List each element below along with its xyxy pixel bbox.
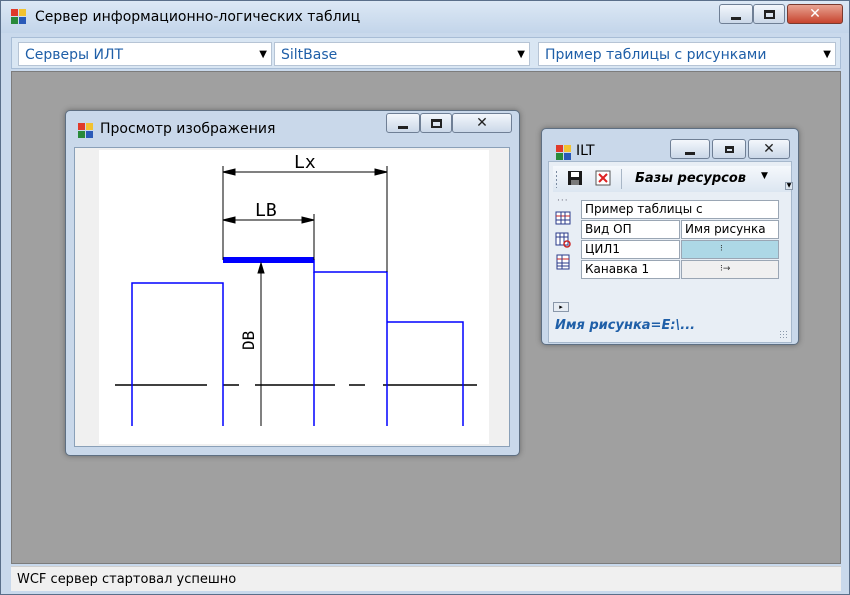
- viewer-minimize-button[interactable]: [386, 113, 420, 133]
- scroll-right-button[interactable]: ▸: [553, 302, 569, 312]
- size-grip-icon[interactable]: [779, 330, 789, 340]
- maximize-icon: [763, 9, 775, 19]
- cell-button-icon[interactable]: ⁝→: [720, 261, 730, 278]
- side-toolbar: ···: [551, 196, 573, 292]
- side-grip-icon: ···: [557, 196, 569, 206]
- servers-combo[interactable]: Серверы ИЛТ ▼: [18, 42, 272, 66]
- app-icon: [78, 123, 94, 139]
- ilt-maximize-button[interactable]: [712, 139, 746, 159]
- dropdown-arrow-icon: ▼: [761, 171, 768, 181]
- app-icon: [556, 145, 572, 161]
- image-frame: Lx LB DB: [74, 147, 510, 447]
- status-text: WCF сервер стартовал успешно: [17, 572, 237, 587]
- ilt-toolstrip: Базы ресурсов ▼ ▼: [553, 166, 793, 192]
- image-viewer-window: Просмотр изображения ✕ Lx LB DB: [65, 110, 520, 456]
- ilt-window-title: ILT: [576, 143, 595, 159]
- delete-button[interactable]: [595, 170, 613, 188]
- ilt-minimize-button[interactable]: [670, 139, 710, 159]
- base-combo[interactable]: SiltBase ▼: [274, 42, 530, 66]
- cell-button-icon[interactable]: ⁝: [720, 241, 723, 258]
- table-search-icon: [555, 232, 571, 248]
- toolstrip-grip-icon[interactable]: [555, 170, 558, 188]
- dropdown-arrow-icon: ▼: [517, 49, 525, 60]
- app-icon: [11, 9, 27, 25]
- ilt-status-text: Имя рисунка=E:\...: [555, 318, 696, 333]
- row-label-cell[interactable]: ЦИЛ1: [581, 240, 680, 259]
- main-toolbar: Серверы ИЛТ ▼ SiltBase ▼ Пример таблицы …: [11, 37, 841, 69]
- shaft-profile: [131, 259, 464, 426]
- db-label: DB: [239, 330, 258, 350]
- image-cell[interactable]: ⁝→: [681, 260, 779, 279]
- dimension-lines: [222, 166, 388, 426]
- status-bar: WCF сервер стартовал успешно: [11, 566, 841, 591]
- table-icon: [555, 211, 571, 225]
- column-header-vid-op[interactable]: Вид ОП: [581, 220, 680, 239]
- selected-image-cell[interactable]: ⁝: [681, 240, 779, 259]
- dropdown-arrow-icon: ▼: [259, 49, 267, 60]
- delete-icon: [595, 170, 611, 186]
- maximize-button[interactable]: [753, 4, 785, 24]
- main-titlebar[interactable]: Сервер информационно-логических таблиц ✕: [1, 1, 849, 33]
- minimize-icon: [398, 125, 408, 129]
- table-list-icon: [556, 254, 570, 270]
- maximize-icon: [430, 118, 442, 128]
- column-header-image-name[interactable]: Имя рисунка: [681, 220, 779, 239]
- main-window-title: Сервер информационно-логических таблиц: [35, 9, 361, 25]
- ilt-body: Базы ресурсов ▼ ▼ ··· Пример таблицы с В…: [548, 161, 793, 343]
- table-view-button[interactable]: [555, 210, 571, 226]
- save-icon: [568, 171, 582, 185]
- close-icon: ✕: [809, 6, 821, 22]
- base-combo-value: SiltBase: [281, 47, 338, 63]
- dropdown-arrow-icon: ▼: [823, 49, 831, 60]
- lb-label: LB: [255, 200, 277, 221]
- viewer-close-button[interactable]: ✕: [452, 113, 512, 133]
- minimize-button[interactable]: [719, 4, 753, 24]
- ilt-close-button[interactable]: ✕: [748, 139, 790, 159]
- save-button[interactable]: [567, 170, 585, 188]
- ilt-window: ILT ✕ Базы ресурсов ▼ ▼ ··· Пример табли…: [541, 128, 799, 345]
- minimize-icon: [731, 16, 741, 20]
- highlight-segment: [223, 257, 314, 263]
- overflow-arrow-icon[interactable]: ▼: [785, 182, 793, 190]
- table-list-button[interactable]: [555, 254, 571, 270]
- close-button[interactable]: ✕: [787, 4, 843, 24]
- table-combo-value: Пример таблицы с рисунками: [545, 47, 767, 63]
- maximize-icon: [724, 145, 734, 153]
- table-combo[interactable]: Пример таблицы с рисунками ▼: [538, 42, 836, 66]
- toolstrip-separator: [621, 169, 622, 189]
- drawing-svg: [115, 166, 477, 426]
- lx-label: Lx: [294, 152, 316, 173]
- row-label-cell[interactable]: Канавка 1: [581, 260, 680, 279]
- grid-title-cell[interactable]: Пример таблицы с: [581, 200, 779, 219]
- image-viewer-title: Просмотр изображения: [100, 121, 276, 137]
- minimize-icon: [685, 151, 695, 155]
- close-icon: ✕: [763, 141, 775, 157]
- resources-dropdown[interactable]: Базы ресурсов: [635, 171, 746, 186]
- viewer-maximize-button[interactable]: [420, 113, 452, 133]
- servers-combo-value: Серверы ИЛТ: [25, 47, 124, 63]
- table-search-button[interactable]: [555, 232, 571, 248]
- close-icon: ✕: [476, 115, 488, 131]
- technical-drawing: Lx LB DB: [99, 150, 489, 444]
